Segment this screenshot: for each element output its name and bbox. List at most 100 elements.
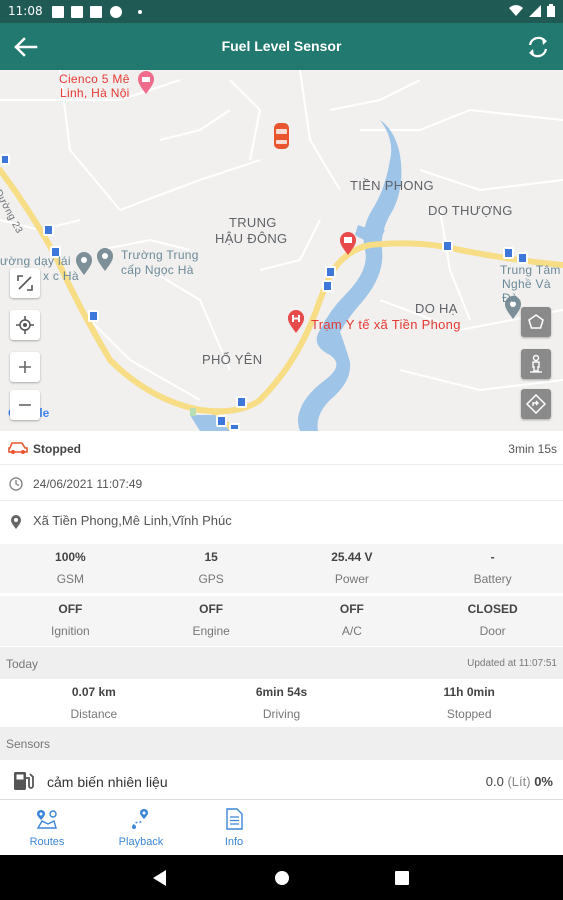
app-bar: Fuel Level Sensor <box>0 23 563 70</box>
map-label: TIỀN PHONG <box>350 178 434 193</box>
expand-icon <box>17 275 33 291</box>
person-icon <box>530 354 542 373</box>
info-icon <box>226 808 243 830</box>
metric-ignition: OFF Ignition <box>51 602 90 638</box>
vehicle-info-panel: Stopped 3min 15s 24/06/2021 11:07:49 Xã … <box>0 431 563 543</box>
map-label: Trung Tâm <box>500 263 561 277</box>
section-title: Today <box>6 657 39 671</box>
vehicle-status: Stopped <box>33 442 81 456</box>
pentagon-icon <box>528 314 544 329</box>
metrics-row-2: OFF Ignition OFF Engine OFF A/C CLOSED Door <box>0 596 563 646</box>
map-label: Nghề Và Đà <box>502 277 551 305</box>
section-title: Sensors <box>6 737 51 751</box>
updated-at: Updated at 11:07:51 <box>467 658 557 669</box>
bus-stop-icon[interactable] <box>503 247 514 259</box>
notification-icon <box>90 6 102 18</box>
map-label: TRUNG <box>229 215 277 230</box>
sensors-header: Sensors <box>0 727 563 760</box>
notification-icon <box>110 6 122 18</box>
map-label: Cienco 5 Mê <box>59 72 130 86</box>
bus-stop-icon[interactable] <box>229 423 240 431</box>
map-label: Linh, Hà Nội <box>60 86 130 100</box>
map-label: DO HẠ <box>415 301 458 316</box>
routes-icon <box>36 810 57 829</box>
map-label: cấp Ngọc Hà <box>121 263 194 277</box>
sensor-value: 0.0 (Lít) 0% <box>485 774 553 789</box>
time-row: 24/06/2021 11:07:49 <box>0 465 563 501</box>
metric-ac: OFF A/C <box>339 602 364 638</box>
system-status-bar: 11:08 <box>0 0 563 23</box>
nav-home-icon[interactable] <box>274 870 290 886</box>
wifi-icon <box>509 4 523 16</box>
minus-icon <box>19 404 31 406</box>
map-label: x c Hà <box>43 269 79 283</box>
clock-icon <box>9 477 23 491</box>
my-location-button[interactable] <box>10 310 40 340</box>
map-label: Trường Trung <box>121 248 199 262</box>
bottom-tab-bar: Routes Playback Info <box>0 800 563 855</box>
map-label: ường dạy lái <box>0 254 71 268</box>
status-duration: 3min 15s <box>508 442 557 456</box>
stat-driving: 6min 54s Driving <box>255 685 308 721</box>
car-icon <box>8 442 28 454</box>
bus-stop-icon[interactable] <box>442 240 453 252</box>
school-pin-icon[interactable] <box>96 248 114 272</box>
sensor-name: cảm biến nhiên liệu <box>47 774 168 790</box>
nav-recents-icon[interactable] <box>395 871 409 885</box>
tab-routes[interactable]: Routes <box>17 808 77 848</box>
status-row: Stopped 3min 15s <box>0 431 563 465</box>
street-view-button[interactable] <box>521 349 551 379</box>
tab-playback[interactable]: Playback <box>111 808 171 848</box>
battery-icon <box>547 4 555 17</box>
vehicle-marker-icon[interactable] <box>273 122 290 150</box>
more-notifications-icon <box>138 10 142 14</box>
metric-engine: OFF Engine <box>192 602 230 638</box>
tab-info[interactable]: Info <box>204 808 264 848</box>
zoom-in-button[interactable] <box>10 352 40 382</box>
plus-icon <box>19 361 31 373</box>
stat-stopped: 11h 0min Stopped <box>443 685 495 721</box>
map-label: Trạm Y tế xã Tiền Phong <box>311 317 461 332</box>
system-navigation-bar <box>0 855 563 900</box>
bus-stop-icon[interactable] <box>236 396 247 408</box>
sensor-row[interactable]: cảm biến nhiên liệu 0.0 (Lít) 0% <box>0 760 563 800</box>
fit-bounds-button[interactable] <box>10 268 40 298</box>
notification-icon <box>52 6 64 18</box>
bus-stop-icon[interactable] <box>325 266 336 278</box>
clock: 11:08 <box>8 4 43 18</box>
vehicle-address: Xã Tiền Phong,Mê Linh,Vĩnh Phúc <box>33 513 232 528</box>
page-title: Fuel Level Sensor <box>221 38 342 54</box>
fuel-pump-icon <box>14 772 34 790</box>
geofence-button[interactable] <box>521 307 551 337</box>
zoom-out-button[interactable] <box>10 390 40 420</box>
playback-icon <box>132 809 148 829</box>
metric-battery: - Battery <box>473 550 512 586</box>
map-label: HẬU ĐÔNG <box>215 231 288 246</box>
bus-stop-icon[interactable] <box>322 280 333 292</box>
shop-pin-icon[interactable] <box>339 232 357 256</box>
metric-gsm: 100% GSM <box>55 550 86 586</box>
bus-stop-icon[interactable] <box>43 224 54 236</box>
map-view[interactable]: Cienco 5 Mê Linh, Hà Nội TIỀN PHONG DO T… <box>0 70 563 431</box>
bus-stop-icon[interactable] <box>0 154 10 165</box>
notification-icon <box>71 6 83 18</box>
bus-stop-icon[interactable] <box>88 310 99 322</box>
today-stats: 0.07 km Distance 6min 54s Driving 11h 0min… <box>0 679 563 725</box>
address-row: Xã Tiền Phong,Mê Linh,Vĩnh Phúc <box>0 501 563 543</box>
last-update-time: 24/06/2021 11:07:49 <box>33 477 143 491</box>
hospital-pin-icon[interactable] <box>287 310 305 334</box>
stat-distance: 0.07 km Distance <box>70 685 118 721</box>
nav-back-icon[interactable] <box>153 870 167 886</box>
today-header: Today Updated at 11:07:51 <box>0 647 563 679</box>
bus-stop-icon[interactable] <box>216 415 227 427</box>
directions-icon <box>526 394 546 414</box>
hotel-pin-icon[interactable] <box>137 71 155 95</box>
metric-gps: 15 GPS <box>198 550 224 586</box>
refresh-icon[interactable] <box>525 34 551 60</box>
directions-button[interactable] <box>521 389 551 419</box>
map-label: DO THƯỢNG <box>428 203 513 218</box>
map-label: PHỐ YÊN <box>202 352 263 367</box>
signal-icon <box>529 4 541 17</box>
location-pin-icon <box>11 515 21 529</box>
metric-door: CLOSED Door <box>467 602 518 638</box>
